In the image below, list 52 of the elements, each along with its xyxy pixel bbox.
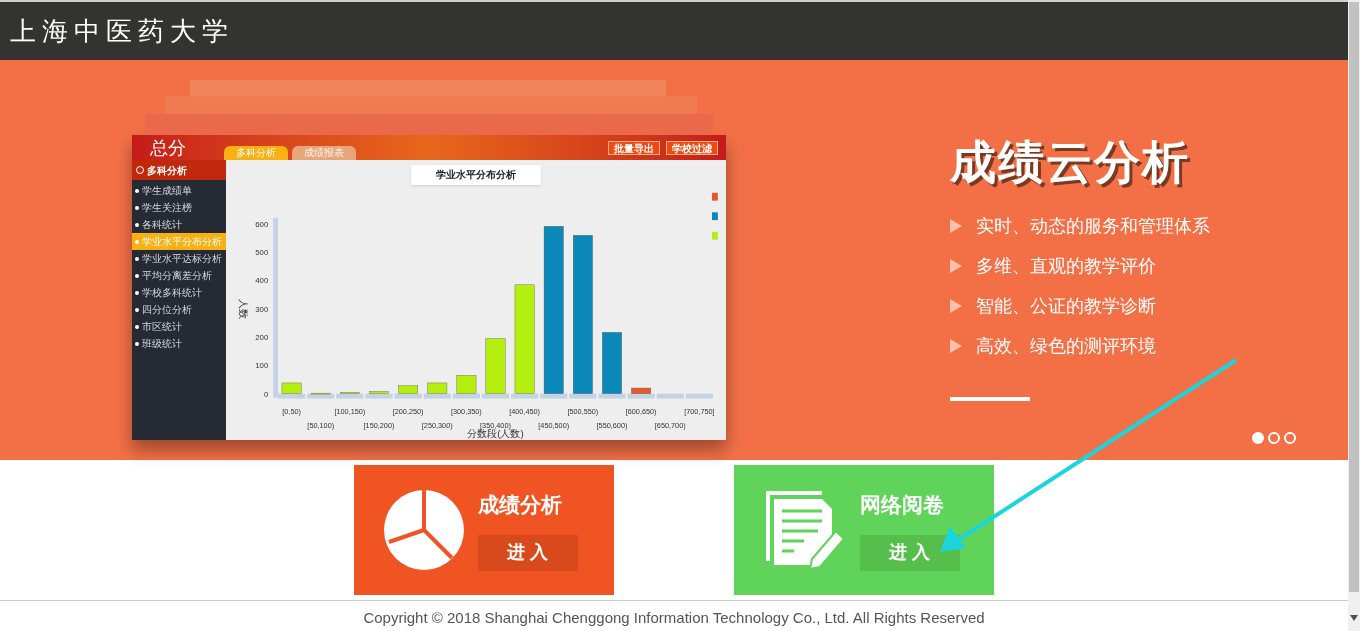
copyright-text: Copyright © 2018 Shanghai Chenggong Information Technology Co., Ltd. All Rights Reserved (363, 608, 985, 628)
sidebar-header: 多科分析 (132, 160, 226, 180)
sidebar-item[interactable]: 学生成绩单 (132, 182, 226, 199)
feature-text: 实时、动态的服务和管理体系 (976, 215, 1210, 238)
bar (631, 387, 651, 394)
sidebar-item[interactable]: 平均分离差分析 (132, 267, 226, 284)
feature-text: 智能、公证的教学诊断 (976, 295, 1156, 318)
sidebar-item[interactable]: 各科统计 (132, 216, 226, 233)
scrollbar[interactable] (1348, 0, 1360, 631)
pie-chart-icon (384, 490, 464, 570)
sidebar-item[interactable]: 学业水平达标分析 (132, 250, 226, 267)
axis-tick-label: 300 (255, 304, 269, 314)
bar (602, 331, 622, 394)
card-title: 成绩分析 (478, 492, 563, 519)
chart-title: 学业水平分布分析 (411, 165, 541, 185)
document-pencil-icon (764, 489, 846, 571)
bullet-icon (950, 219, 962, 233)
bar (456, 374, 477, 394)
card-title: 网络阅卷 (860, 492, 945, 519)
axis-tick-label: 400 (255, 276, 269, 285)
sidebar-item[interactable]: 四分位分析 (132, 301, 226, 318)
enter-button[interactable]: 进 入 (478, 534, 578, 571)
bar (281, 382, 302, 394)
feature-text: 高效、绿色的测评环境 (976, 335, 1156, 358)
axis-tick-label: 500 (255, 247, 269, 257)
axis-tick-label: 200 (255, 332, 269, 342)
action-button[interactable]: 批量导出 (608, 141, 660, 155)
bullet-icon (950, 259, 962, 273)
axis-tick-label: 600 (255, 219, 269, 229)
bar (427, 382, 448, 394)
scroll-down-icon[interactable] (1350, 615, 1358, 621)
axis-tick-label: 0 (263, 389, 269, 399)
bar (369, 390, 389, 394)
bullet-icon (950, 299, 962, 313)
legend-swatch (712, 192, 718, 201)
app-logo: 总分 (149, 136, 187, 160)
sidebar-item[interactable]: 班级统计 (132, 335, 226, 352)
sidebar-item[interactable]: 学校多科统计 (132, 284, 226, 301)
bar (398, 385, 418, 394)
bullet-icon (950, 339, 962, 353)
sidebar-item[interactable]: 市区统计 (132, 318, 226, 335)
axis-title: 人数 (238, 298, 249, 319)
banner-heading: 成绩云分析 (950, 135, 1191, 190)
sidebar-item[interactable]: 学生关注榜 (132, 199, 226, 216)
bar (485, 337, 506, 394)
site-title: 上海中医药大学 (10, 14, 234, 48)
axis-tick-label: 100 (255, 360, 269, 370)
legend-swatch (712, 231, 718, 240)
legend-swatch (712, 211, 718, 220)
action-button[interactable]: 学校过滤 (666, 141, 718, 155)
feature-text: 多维、直观的教学评价 (976, 255, 1156, 278)
bar (340, 391, 360, 394)
